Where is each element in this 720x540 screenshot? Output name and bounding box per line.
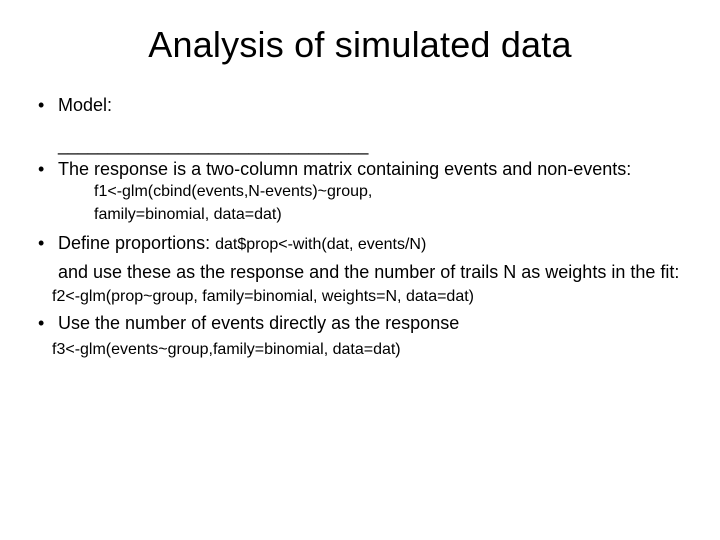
bullet-define-tail: and use these as the response and the nu… (58, 261, 690, 284)
bullet-define-lead: Define proportions: (58, 233, 215, 253)
bullet-list: Model: (30, 94, 690, 117)
bullet-define-proportions: Define proportions: dat$prop<-with(dat, … (30, 232, 690, 255)
slide-title: Analysis of simulated data (30, 24, 690, 66)
bullet-list-3: Use the number of events directly as the… (30, 312, 690, 335)
bullet-events-direct: Use the number of events directly as the… (30, 312, 690, 335)
bullet-two-column-text: The response is a two-column matrix cont… (58, 159, 631, 179)
bullet-events-direct-text: Use the number of events directly as the… (58, 313, 459, 333)
bullet-two-column: The response is a two-column matrix cont… (30, 158, 690, 226)
code-f1-line2: family=binomial, data=dat) (94, 205, 690, 226)
code-f1-line1: f1<-glm(cbind(events,N-events)~group, (94, 182, 690, 203)
code-f2: f2<-glm(prop~group, family=binomial, wei… (52, 287, 690, 308)
bullet-model-label: Model: (58, 95, 112, 115)
bullet-list-2: The response is a two-column matrix cont… (30, 158, 690, 255)
code-prop-def: dat$prop<-with(dat, events/N) (215, 236, 426, 253)
code-f3: f3<-glm(events~group,family=binomial, da… (52, 340, 690, 361)
slide: Analysis of simulated data Model: ______… (0, 0, 720, 540)
blank-underscore-line: _______________________________ (58, 135, 690, 156)
bullet-model: Model: (30, 94, 690, 117)
